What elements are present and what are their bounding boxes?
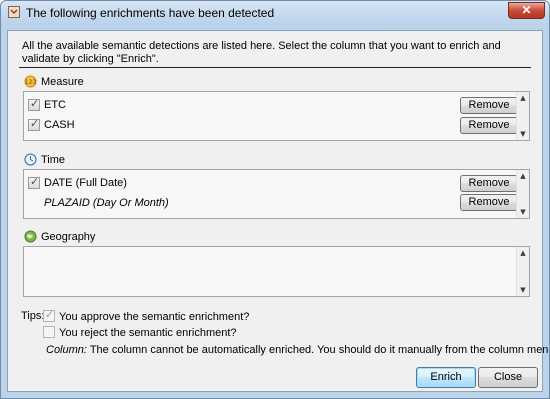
svg-text:123: 123 (25, 79, 37, 86)
time-label: Time (41, 154, 66, 166)
etc-label: ETC (44, 99, 66, 111)
scroll-up-icon[interactable]: ▲ (517, 248, 529, 258)
column-tip: Column: The column cannot be automatical… (46, 343, 550, 357)
scroll-down-icon[interactable]: ▼ (517, 207, 529, 217)
remove-date-button[interactable]: Remove (460, 175, 518, 192)
measure-icon: 123 (24, 75, 37, 88)
remove-cash-button[interactable]: Remove (460, 117, 518, 134)
clock-icon (24, 153, 37, 166)
scroll-up-icon[interactable]: ▲ (517, 93, 529, 103)
scroll-down-icon[interactable]: ▼ (517, 129, 529, 139)
remove-etc-button[interactable]: Remove (460, 97, 518, 114)
dialog-body: All the available semantic detections ar… (7, 30, 549, 392)
cash-label: CASH (44, 119, 75, 131)
geography-scrollbar[interactable]: ▲ ▼ (516, 247, 529, 296)
approve-tip-text: You approve the semantic enrichment? (59, 311, 250, 323)
cash-checkbox[interactable] (28, 117, 40, 131)
enrich-button[interactable]: Enrich (416, 367, 476, 388)
geography-panel: ▲ ▼ (23, 246, 530, 297)
title-bar[interactable]: The following enrichments have been dete… (1, 1, 549, 25)
dialog-window: The following enrichments have been dete… (0, 0, 550, 399)
close-icon: ✕ (521, 3, 532, 17)
measure-scrollbar[interactable]: ▲ ▼ (516, 92, 529, 140)
divider (19, 67, 531, 68)
measure-panel: ETC Remove CASH Remove ▲ ▼ (23, 91, 530, 141)
column-tip-text: The column cannot be automatically enric… (89, 344, 550, 356)
time-panel: DATE (Full Date) Remove PLAZAID (Day Or … (23, 169, 530, 219)
date-label: DATE (Full Date) (44, 177, 127, 189)
geography-label: Geography (41, 231, 96, 243)
plazaid-label: PLAZAID (Day Or Month) (44, 197, 169, 209)
scroll-up-icon[interactable]: ▲ (517, 171, 529, 181)
date-checkbox[interactable] (28, 175, 40, 189)
time-scrollbar[interactable]: ▲ ▼ (516, 170, 529, 218)
globe-icon (24, 230, 37, 243)
close-button[interactable]: Close (478, 367, 538, 388)
reject-tip-text: You reject the semantic enrichment? (59, 327, 237, 339)
app-icon (8, 6, 20, 18)
remove-plazaid-button[interactable]: Remove (460, 194, 518, 211)
approve-sample-checkbox (43, 308, 55, 322)
measure-label: Measure (41, 76, 84, 88)
window-title: The following enrichments have been dete… (26, 6, 275, 20)
reject-sample-checkbox (43, 326, 55, 338)
window-close-button[interactable]: ✕ (508, 2, 545, 19)
column-tip-label: Column: (46, 344, 87, 356)
scroll-down-icon[interactable]: ▼ (517, 285, 529, 295)
etc-checkbox[interactable] (28, 97, 40, 111)
description-text: All the available semantic detections ar… (22, 40, 501, 65)
tips-label: Tips: (21, 310, 45, 322)
